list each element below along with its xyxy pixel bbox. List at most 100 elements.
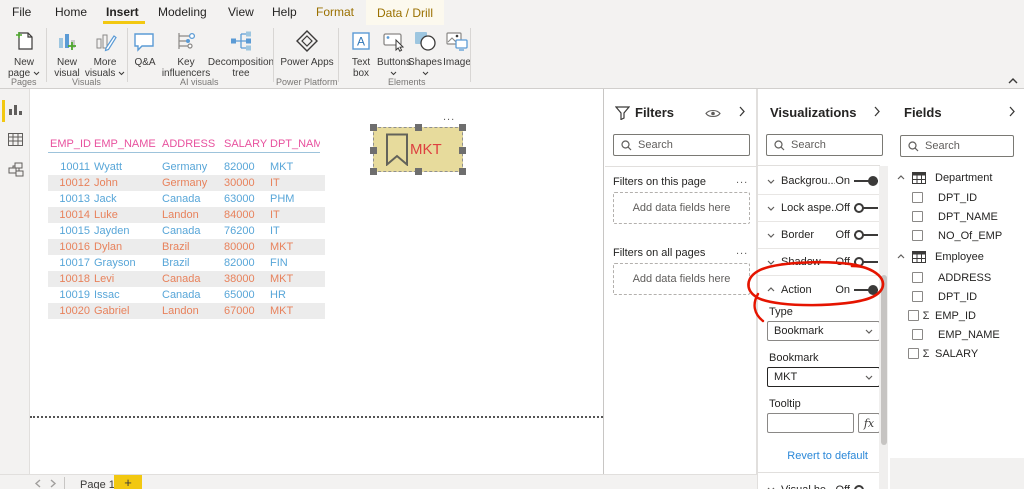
section-more-options[interactable]: ... — [736, 245, 748, 257]
field-row[interactable]: Σ EMP_ID — [890, 306, 1024, 325]
field-row[interactable]: NO_Of_EMP — [890, 226, 1024, 245]
visualizations-search[interactable] — [766, 134, 883, 156]
tab-insert[interactable]: Insert — [106, 5, 139, 19]
tab-view[interactable]: View — [228, 5, 254, 19]
chevron-up-icon — [897, 254, 905, 259]
background-toggle[interactable] — [854, 175, 878, 187]
fields-search-input[interactable] — [925, 140, 1006, 152]
action-toggle[interactable] — [854, 284, 878, 296]
chevron-down-icon — [767, 233, 775, 238]
resize-handle[interactable] — [415, 168, 422, 175]
field-row[interactable]: ADDRESS — [890, 268, 1024, 287]
table-visual[interactable]: EMP_ID EMP_NAME ADDRESS SALARY DPT_NAME … — [48, 136, 325, 319]
filters-search[interactable] — [613, 134, 750, 156]
decomposition-tree-button[interactable]: Decomposition tree — [208, 28, 274, 79]
tab-data-drill[interactable]: Data / Drill — [366, 0, 444, 25]
resize-handle[interactable] — [370, 147, 377, 154]
new-visual-button[interactable]: New visual — [50, 28, 84, 79]
visualizations-pane: Visualizations Backgrou... On Lock aspe.… — [757, 89, 890, 489]
cell: MKT — [270, 273, 294, 285]
report-view-icon[interactable] — [8, 102, 23, 117]
card-shadow[interactable]: Shadow Off — [758, 249, 880, 276]
next-page-icon[interactable] — [48, 479, 57, 488]
more-visuals-button[interactable]: More visuals — [84, 28, 126, 79]
field-row[interactable]: Σ SALARY — [890, 344, 1024, 363]
card-action[interactable]: Action On — [758, 276, 880, 303]
model-view-icon[interactable] — [8, 162, 24, 177]
tab-file[interactable]: File — [12, 5, 31, 19]
lock-aspect-toggle[interactable] — [854, 202, 878, 214]
field-checkbox[interactable] — [912, 329, 923, 340]
cell: John — [94, 177, 118, 189]
qa-button[interactable]: Q&A — [130, 28, 160, 68]
collapse-ribbon-icon[interactable] — [1008, 78, 1018, 84]
field-checkbox[interactable] — [908, 310, 919, 321]
card-background[interactable]: Backgrou... On — [758, 168, 880, 195]
field-row[interactable]: DPT_ID — [890, 188, 1024, 207]
tab-format[interactable]: Format — [316, 5, 354, 19]
tab-modeling[interactable]: Modeling — [158, 5, 207, 19]
field-checkbox[interactable] — [912, 230, 923, 241]
field-checkbox[interactable] — [912, 272, 923, 283]
pane-scrollbar-thumb[interactable] — [881, 275, 887, 445]
text-box-button[interactable]: A Text box — [346, 28, 376, 79]
action-bookmark-dropdown[interactable]: MKT — [767, 367, 880, 387]
tab-help[interactable]: Help — [272, 5, 297, 19]
fx-button[interactable]: fx — [858, 413, 880, 433]
resize-handle[interactable] — [459, 147, 466, 154]
table-group-employee[interactable]: Employee — [890, 247, 1024, 266]
power-apps-button[interactable]: Power Apps — [278, 28, 336, 68]
visual-more-options[interactable]: ... — [443, 111, 455, 123]
bookmark-button-visual[interactable]: MKT — [370, 124, 466, 175]
prev-page-icon[interactable] — [34, 479, 43, 488]
shadow-toggle[interactable] — [854, 256, 878, 268]
field-checkbox[interactable] — [912, 192, 923, 203]
image-button[interactable]: Image — [441, 28, 473, 68]
card-lock-aspect[interactable]: Lock aspe... Off — [758, 195, 880, 222]
field-name: EMP_ID — [935, 309, 976, 322]
add-page-button[interactable]: + — [114, 475, 142, 489]
card-visual-header[interactable]: Visual he... Off — [758, 476, 880, 489]
border-toggle[interactable] — [854, 229, 878, 241]
page-tab[interactable]: Page 1 — [80, 479, 115, 489]
tooltip-input[interactable] — [768, 414, 853, 432]
resize-handle[interactable] — [459, 124, 466, 131]
action-type-dropdown[interactable]: Bookmark — [767, 321, 880, 341]
qa-label: Q&A — [134, 57, 156, 68]
resize-handle[interactable] — [370, 168, 377, 175]
column-header: EMP_ID — [48, 136, 92, 153]
field-checkbox[interactable] — [912, 211, 923, 222]
resize-handle[interactable] — [370, 124, 377, 131]
eye-icon[interactable] — [705, 108, 721, 119]
tab-home[interactable]: Home — [55, 5, 87, 19]
shapes-button[interactable]: Shapes — [408, 28, 442, 79]
key-influencers-button[interactable]: Key influencers — [162, 28, 210, 79]
table-group-department[interactable]: Department — [890, 168, 1024, 187]
collapse-pane-icon[interactable] — [738, 105, 746, 118]
field-row[interactable]: EMP_NAME — [890, 325, 1024, 344]
buttons-button[interactable]: Buttons — [377, 28, 411, 79]
card-border[interactable]: Border Off — [758, 222, 880, 249]
cell: Germany — [162, 161, 208, 173]
cell: 84000 — [224, 209, 255, 221]
chevron-up-icon — [897, 175, 905, 180]
report-canvas[interactable]: EMP_ID EMP_NAME ADDRESS SALARY DPT_NAME … — [30, 89, 604, 474]
resize-handle[interactable] — [415, 124, 422, 131]
data-view-icon[interactable] — [8, 133, 23, 146]
collapse-pane-icon[interactable] — [873, 105, 881, 118]
filters-search-input[interactable] — [638, 139, 742, 151]
visualizations-search-input[interactable] — [791, 139, 875, 151]
new-page-button[interactable]: New page — [4, 28, 44, 79]
field-row[interactable]: DPT_ID — [890, 287, 1024, 306]
visual-header-toggle[interactable] — [854, 484, 878, 489]
resize-handle[interactable] — [459, 168, 466, 175]
filter-drop-area[interactable]: Add data fields here — [613, 192, 750, 224]
field-checkbox[interactable] — [908, 348, 919, 359]
fields-search[interactable] — [900, 135, 1014, 157]
section-more-options[interactable]: ... — [736, 174, 748, 186]
collapse-pane-icon[interactable] — [1008, 105, 1016, 118]
revert-to-default-link[interactable]: Revert to default — [787, 450, 868, 462]
field-row[interactable]: DPT_NAME — [890, 207, 1024, 226]
filter-drop-area[interactable]: Add data fields here — [613, 263, 750, 295]
field-checkbox[interactable] — [912, 291, 923, 302]
